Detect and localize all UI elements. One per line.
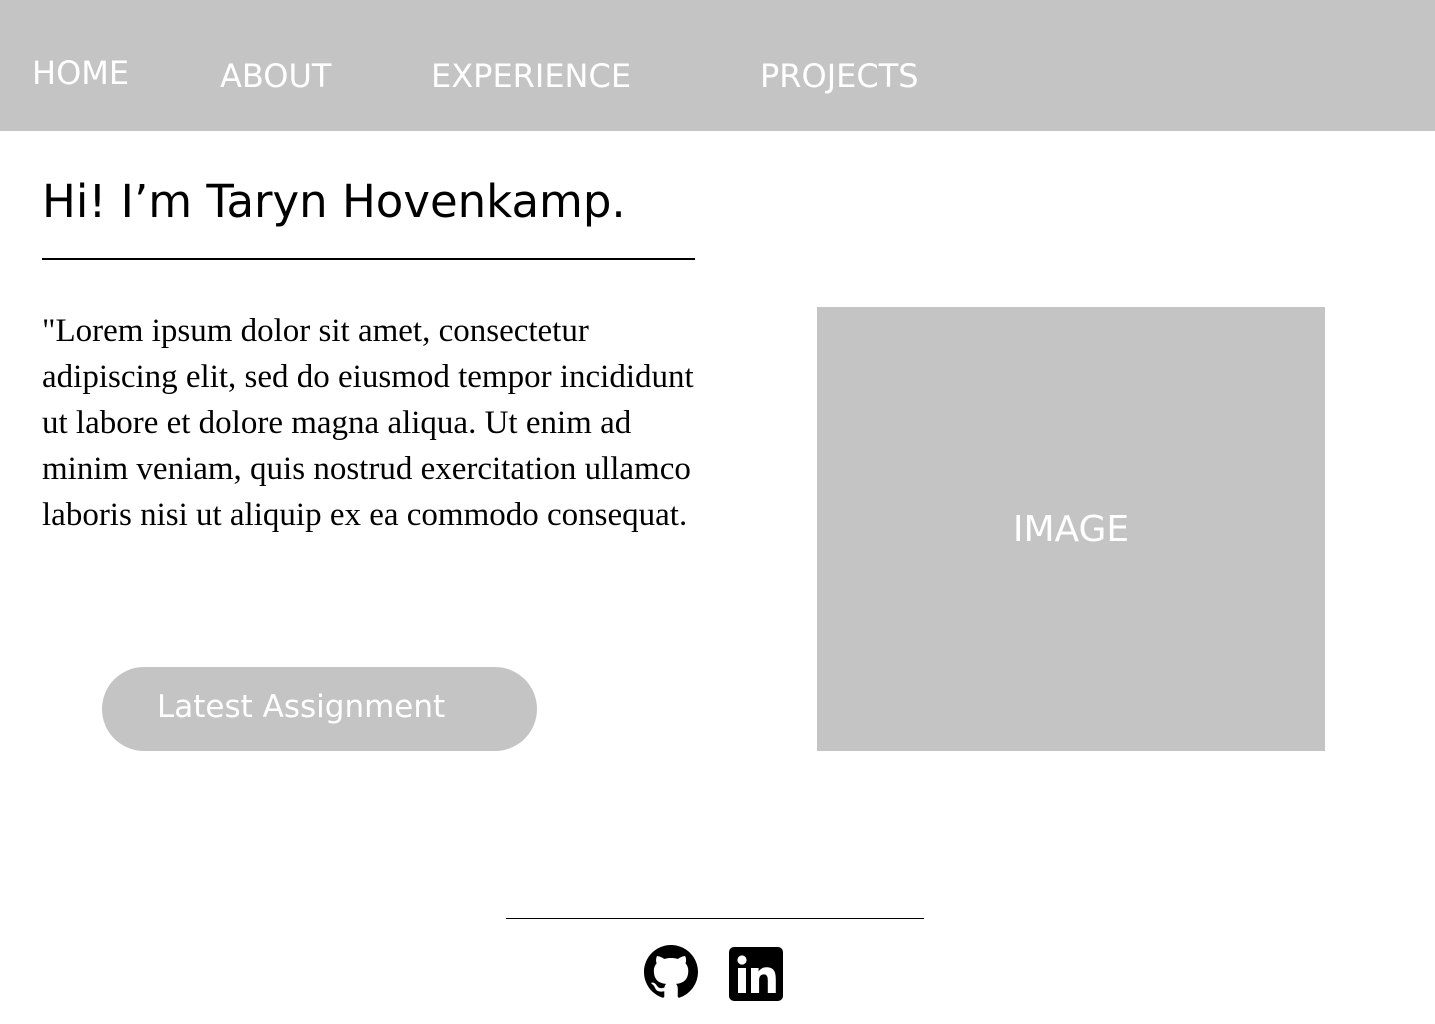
- footer-divider: [506, 918, 924, 919]
- image-placeholder-label: IMAGE: [1012, 508, 1130, 550]
- latest-assignment-label: Latest Assignment: [157, 689, 446, 725]
- nav-experience[interactable]: EXPERIENCE: [431, 56, 631, 96]
- title-divider: [42, 258, 695, 260]
- latest-assignment-button[interactable]: Latest Assignment: [102, 667, 537, 751]
- nav-about[interactable]: ABOUT: [220, 56, 331, 96]
- top-nav: HOME ABOUT EXPERIENCE PROJECTS: [0, 0, 1435, 131]
- hero-title: Hi! I’m Taryn Hovenkamp.: [42, 175, 626, 228]
- github-icon[interactable]: [644, 945, 698, 999]
- intro-paragraph: "Lorem ipsum dolor sit amet, consectetur…: [42, 313, 694, 533]
- image-placeholder: IMAGE: [817, 307, 1325, 751]
- nav-projects[interactable]: PROJECTS: [760, 56, 919, 96]
- nav-home[interactable]: HOME: [32, 53, 129, 93]
- linkedin-icon[interactable]: [729, 947, 783, 1001]
